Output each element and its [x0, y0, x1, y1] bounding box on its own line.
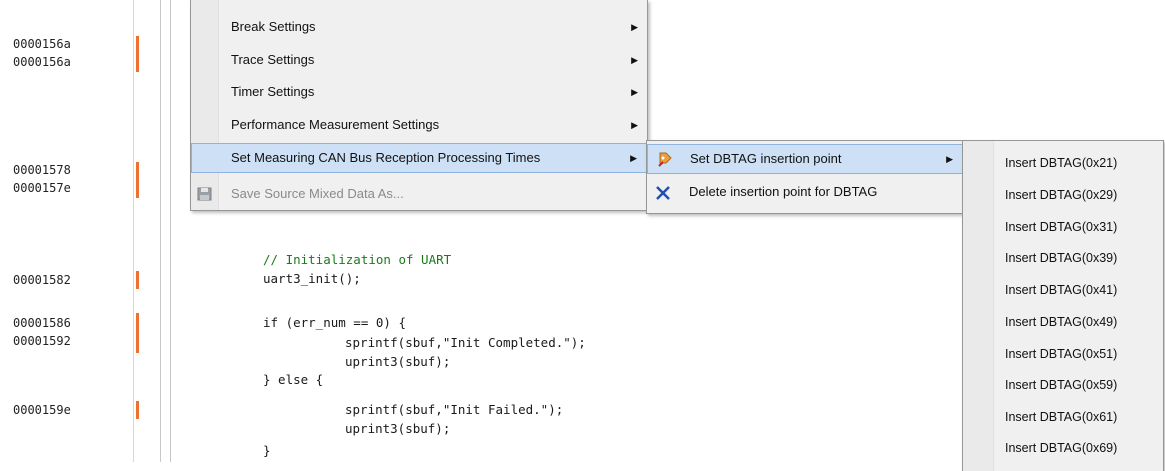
address-label: 0000156a — [13, 37, 71, 51]
code-line: } — [263, 443, 271, 458]
menu-item-label: Insert DBTAG(0x51) — [1005, 347, 1118, 361]
delete-x-icon — [655, 185, 670, 200]
menu-item-save-source-mixed-data[interactable]: Save Source Mixed Data As... — [191, 180, 647, 208]
menu-item-insert-dbtag[interactable]: Insert DBTAG(0x51) — [963, 338, 1163, 370]
address-gutter — [0, 0, 133, 462]
coverage-marker — [136, 36, 139, 72]
submenu-arrow-icon: ▶ — [631, 87, 638, 97]
menu-item-break-settings[interactable]: Break Settings ▶ — [191, 13, 647, 41]
address-label: 00001592 — [13, 334, 71, 348]
menu-item-insert-dbtag[interactable]: Insert DBTAG(0x21) — [963, 147, 1163, 179]
submenu-can-bus: Set DBTAG insertion point ▶ Delete inser… — [646, 140, 964, 214]
menu-item-label: Timer Settings — [231, 84, 315, 99]
menu-item-insert-dbtag[interactable]: Insert DBTAG(0x41) — [963, 274, 1163, 306]
menu-item-label: Insert DBTAG(0x41) — [1005, 283, 1118, 297]
menu-item-set-dbtag-insertion-point[interactable]: Set DBTAG insertion point ▶ — [647, 144, 963, 174]
submenu-arrow-icon: ▶ — [631, 120, 638, 130]
menu-item-label: Insert DBTAG(0x49) — [1005, 315, 1118, 329]
code-line: sprintf(sbuf,"Init Completed."); — [345, 335, 586, 350]
coverage-marker — [136, 313, 139, 353]
address-label: 0000156a — [13, 55, 71, 69]
submenu-arrow-icon: ▶ — [631, 22, 638, 32]
submenu-arrow-icon: ▶ — [946, 154, 953, 164]
menu-item-label: Set Measuring CAN Bus Reception Processi… — [231, 150, 541, 165]
tag-pin-icon — [657, 151, 672, 167]
menu-item-label: Trace Settings — [231, 52, 315, 67]
gutter-divider — [133, 0, 134, 462]
menu-item-label: Save Source Mixed Data As... — [231, 186, 404, 201]
code-line: sprintf(sbuf,"Init Failed."); — [345, 402, 564, 417]
address-label: 0000159e — [13, 403, 71, 417]
code-line: uprint3(sbuf); — [345, 354, 451, 369]
menu-item-delete-dbtag-insertion-point[interactable]: Delete insertion point for DBTAG — [647, 178, 963, 208]
menu-item-label: Insert DBTAG(0x29) — [1005, 188, 1118, 202]
menu-item-set-measuring-can-bus[interactable]: Set Measuring CAN Bus Reception Processi… — [191, 143, 647, 173]
code-line: } else { — [263, 372, 324, 387]
submenu-arrow-icon: ▶ — [631, 55, 638, 65]
submenu-dbtag: Insert DBTAG(0x21) Insert DBTAG(0x29) In… — [962, 140, 1164, 471]
gutter-divider — [160, 0, 161, 462]
menu-item-insert-dbtag[interactable]: Insert DBTAG(0x31) — [963, 211, 1163, 243]
code-line: uart3_init(); — [263, 271, 361, 286]
menu-item-timer-settings[interactable]: Timer Settings ▶ — [191, 78, 647, 106]
submenu-arrow-icon: ▶ — [630, 153, 637, 163]
context-menu: Break Settings ▶ Trace Settings ▶ Timer … — [190, 0, 648, 211]
menu-item-insert-dbtag[interactable]: Insert DBTAG(0x69) — [963, 432, 1163, 464]
address-label: 0000157e — [13, 181, 71, 195]
menu-item-label: Insert DBTAG(0x21) — [1005, 156, 1118, 170]
code-line: // Initialization of UART — [263, 252, 452, 267]
menu-item-label: Insert DBTAG(0x59) — [1005, 378, 1118, 392]
menu-item-label: Delete insertion point for DBTAG — [689, 184, 878, 199]
menu-item-label: Insert DBTAG(0x61) — [1005, 410, 1118, 424]
menu-item-label: Insert DBTAG(0x39) — [1005, 251, 1118, 265]
address-label: 00001586 — [13, 316, 71, 330]
coverage-marker — [136, 401, 139, 419]
coverage-marker — [136, 271, 139, 289]
menu-item-label: Insert DBTAG(0x31) — [1005, 220, 1118, 234]
menu-item-label: Performance Measurement Settings — [231, 117, 440, 132]
menu-item-insert-dbtag[interactable]: Insert DBTAG(0x59) — [963, 369, 1163, 401]
coverage-marker — [136, 162, 139, 198]
menu-item-label: Insert DBTAG(0x69) — [1005, 441, 1118, 455]
menu-item-trace-settings[interactable]: Trace Settings ▶ — [191, 46, 647, 74]
gutter-divider — [170, 0, 171, 462]
menu-item-insert-dbtag[interactable]: Insert DBTAG(0x29) — [963, 179, 1163, 211]
address-label: 00001582 — [13, 273, 71, 287]
menu-item-label: Break Settings — [231, 19, 316, 34]
menu-item-insert-dbtag[interactable]: Insert DBTAG(0x39) — [963, 242, 1163, 274]
menu-item-insert-dbtag[interactable]: Insert DBTAG(0x49) — [963, 306, 1163, 338]
address-label: 00001578 — [13, 163, 71, 177]
code-line: uprint3(sbuf); — [345, 421, 451, 436]
floppy-disk-icon — [197, 187, 212, 201]
menu-item-insert-dbtag[interactable]: Insert DBTAG(0x61) — [963, 401, 1163, 433]
code-line: if (err_num == 0) { — [263, 315, 406, 330]
menu-item-label: Set DBTAG insertion point — [690, 151, 842, 166]
menu-item-performance-measurement-settings[interactable]: Performance Measurement Settings ▶ — [191, 111, 647, 139]
